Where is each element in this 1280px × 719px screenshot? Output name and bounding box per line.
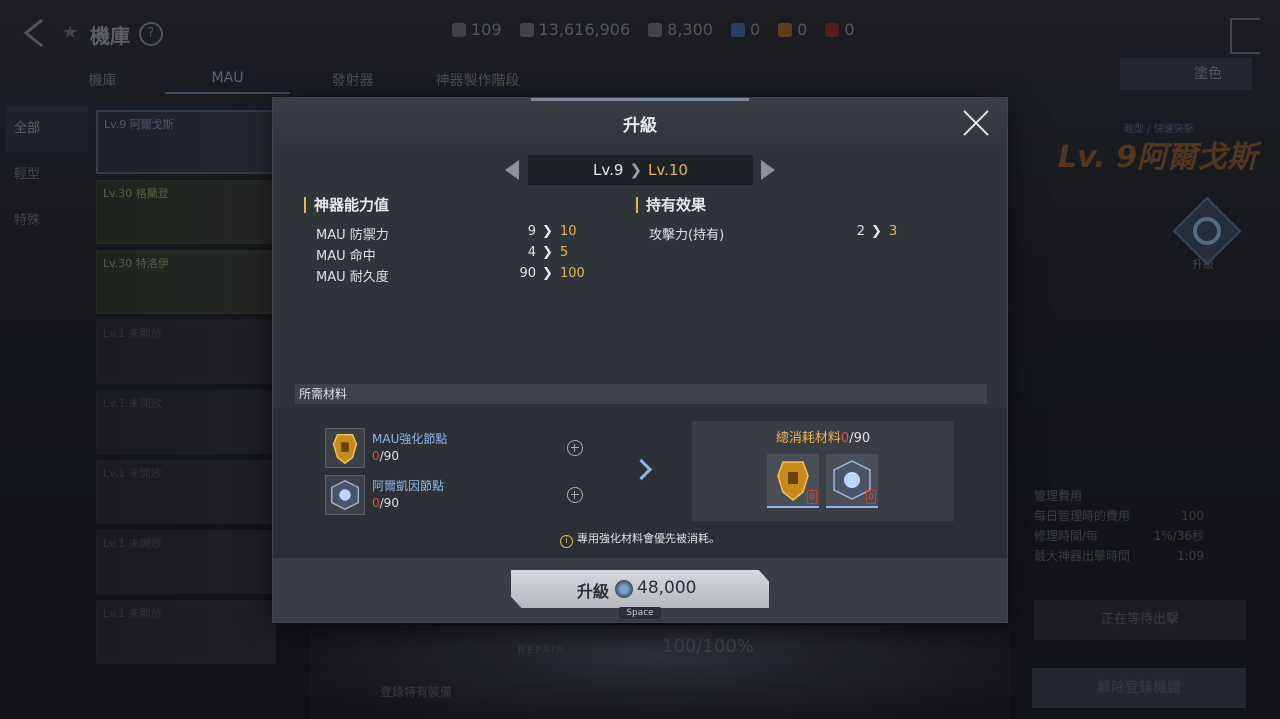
upgrade-dialog: 升級 Lv.9 ❯ Lv.10 神器能力值 持有效果 MAU 防禦力 9 ❯ 10 … (273, 98, 1007, 622)
total-need: /90 (849, 431, 871, 446)
add-arcane-node-icon[interactable] (567, 487, 583, 503)
arrow-icon: ❯ (542, 266, 553, 281)
slot-count-badge: 0 (807, 490, 817, 504)
notice-text: i 專用強化材料會優先被消耗。 (273, 530, 1007, 548)
next-level: Lv.10 (648, 161, 688, 179)
total-label: 總消耗材料 (775, 431, 841, 446)
arrow-icon: ❯ (871, 224, 882, 239)
close-icon[interactable] (961, 108, 991, 138)
upgrade-cost: 48,000 (637, 578, 697, 598)
stat-row-accuracy: MAU 命中 4 ❯ 5 (316, 245, 569, 264)
stat-row-defense: MAU 防禦力 9 ❯ 10 (316, 224, 577, 243)
materials-header: 所需材料 (295, 384, 987, 404)
total-slot-blue[interactable]: 0 (826, 454, 878, 508)
level-display: Lv.9 ❯ Lv.10 (528, 155, 753, 185)
next-level-icon[interactable] (761, 160, 775, 180)
total-slot-gold[interactable]: 0 (767, 454, 819, 508)
upgrade-button[interactable]: 升級 48,000 (511, 570, 769, 608)
gold-node-icon (325, 428, 365, 468)
info-icon: i (560, 535, 573, 548)
material-item-mau-node[interactable]: MAU強化節點 0/90 (325, 428, 525, 468)
effect-row-attack: 攻擊力(持有) 2 ❯ 3 (649, 224, 898, 243)
material-item-arcane-node[interactable]: 阿爾凱因節點 0/90 (325, 475, 525, 515)
dialog-title: 升級 (623, 116, 657, 136)
hotkey-hint: Space (619, 607, 661, 619)
slot-count-badge: 0 (866, 490, 876, 504)
add-mau-node-icon[interactable] (567, 440, 583, 456)
total-have: 0 (840, 431, 850, 446)
stats-header: 神器能力值 (304, 197, 389, 213)
arrow-icon: ❯ (542, 224, 553, 239)
total-materials-box: 總消耗材料0/90 0 0 (692, 421, 954, 521)
current-level: Lv.9 (593, 161, 624, 179)
dialog-footer: 升級 48,000 Space (273, 558, 1007, 622)
effects-header: 持有效果 (636, 197, 706, 213)
credit-coin-icon (615, 580, 633, 598)
arrow-icon: ❯ (629, 161, 643, 179)
prev-level-icon[interactable] (505, 160, 519, 180)
arrow-icon: ❯ (542, 245, 553, 260)
header-accent-line (531, 98, 749, 101)
blue-node-icon (325, 475, 365, 515)
stat-row-durability: MAU 耐久度 90 ❯ 100 (316, 266, 585, 285)
